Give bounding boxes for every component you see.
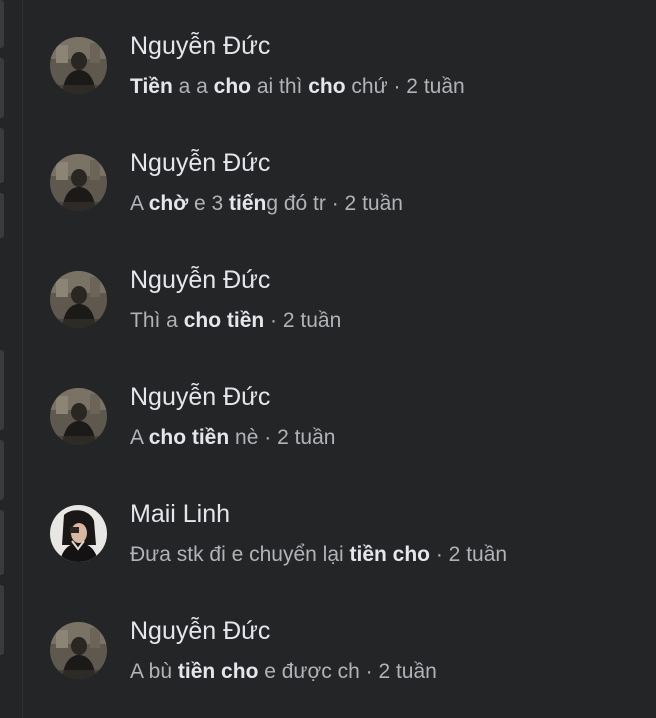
message-time: · 2 tuần: [359, 660, 437, 683]
contact-name: Nguyễn Đức: [130, 617, 271, 645]
conversation-row[interactable]: Nguyễn Đức Thì a cho tiền · 2 tuần: [22, 234, 656, 351]
message-time: · 2 tuần: [387, 75, 465, 98]
message-time: · 2 tuần: [430, 543, 508, 566]
snippet-text: g đó tr: [266, 192, 326, 215]
contact-name: Nguyễn Đức: [130, 32, 271, 60]
snippet-text: A: [130, 426, 149, 449]
rail-tab[interactable]: [0, 58, 4, 118]
search-match-text: tiền cho: [177, 660, 259, 683]
rail-tab[interactable]: [0, 193, 4, 238]
search-match-text: tiến: [229, 192, 267, 215]
search-match-text: tiền cho: [349, 543, 431, 566]
snippet-text: A: [130, 192, 149, 215]
message-time: · 2 tuần: [264, 309, 342, 332]
conversation-row[interactable]: Maii Linh Đưa stk đi e chuyển lại tiền ch…: [22, 468, 656, 585]
message-snippet: A bù tiền cho e được ch · 2 tuần: [130, 657, 437, 687]
search-match-text: Tiền: [130, 75, 173, 98]
snippet-text: chứ: [345, 75, 388, 98]
snippet-text: ai thì: [251, 75, 309, 98]
message-snippet: A cho tiền nè · 2 tuần: [130, 423, 335, 453]
search-match-text: chờ: [148, 192, 189, 215]
avatar-nguyen-duc[interactable]: [50, 622, 107, 679]
snippet-text: Đưa stk đi e chuyển lại: [130, 543, 350, 566]
snippet-text: A bù: [130, 660, 178, 683]
avatar-nguyen-duc[interactable]: [50, 154, 107, 211]
search-match-text: cho: [308, 75, 346, 98]
search-match-text: cho tiền: [148, 426, 230, 449]
search-match-text: cho tiền: [183, 309, 265, 332]
conversation-row[interactable]: Nguyễn Đức A bù tiền cho e được ch · 2 tu…: [22, 585, 656, 702]
avatar-maii-linh[interactable]: [50, 505, 107, 562]
message-snippet: A chờ e 3 tiếng đó tr · 2 tuần: [130, 189, 403, 219]
rail-tab[interactable]: [0, 350, 4, 430]
rail-tab[interactable]: [0, 440, 4, 500]
message-snippet: Thì a cho tiền · 2 tuần: [130, 306, 341, 336]
rail-tab[interactable]: [0, 585, 4, 655]
rail-tab[interactable]: [0, 0, 4, 48]
avatar-nguyen-duc[interactable]: [50, 37, 107, 94]
conversation-row[interactable]: Nguyễn Đức A cho tiền nè · 2 tuần: [22, 351, 656, 468]
rail-tab[interactable]: [0, 128, 4, 183]
rail-tab[interactable]: [0, 510, 4, 575]
snippet-text: a a: [172, 75, 214, 98]
message-time: · 2 tuần: [325, 192, 403, 215]
contact-name: Maii Linh: [130, 500, 231, 528]
snippet-text: nè: [229, 426, 259, 449]
contact-name: Nguyễn Đức: [130, 266, 271, 294]
snippet-text: e được ch: [258, 660, 360, 683]
search-match-text: cho: [213, 75, 252, 98]
avatar-nguyen-duc[interactable]: [50, 271, 107, 328]
message-time: · 2 tuần: [258, 426, 336, 449]
avatar-nguyen-duc[interactable]: [50, 388, 107, 445]
left-rail: [0, 0, 23, 718]
contact-name: Nguyễn Đức: [130, 383, 271, 411]
snippet-text: Thì a: [130, 309, 184, 332]
conversation-row[interactable]: Nguyễn Đức A chờ e 3 tiếng đó tr · 2 tuần: [22, 117, 656, 234]
message-snippet: Đưa stk đi e chuyển lại tiền cho · 2 tuầ…: [130, 540, 507, 570]
conversation-row[interactable]: Nguyễn Đức Tiền a a cho ai thì cho chứ · …: [22, 0, 656, 117]
message-snippet: Tiền a a cho ai thì cho chứ · 2 tuần: [130, 72, 465, 102]
snippet-text: e 3: [188, 192, 229, 215]
conversation-list: Nguyễn Đức Tiền a a cho ai thì cho chứ · …: [22, 0, 656, 718]
contact-name: Nguyễn Đức: [130, 149, 271, 177]
